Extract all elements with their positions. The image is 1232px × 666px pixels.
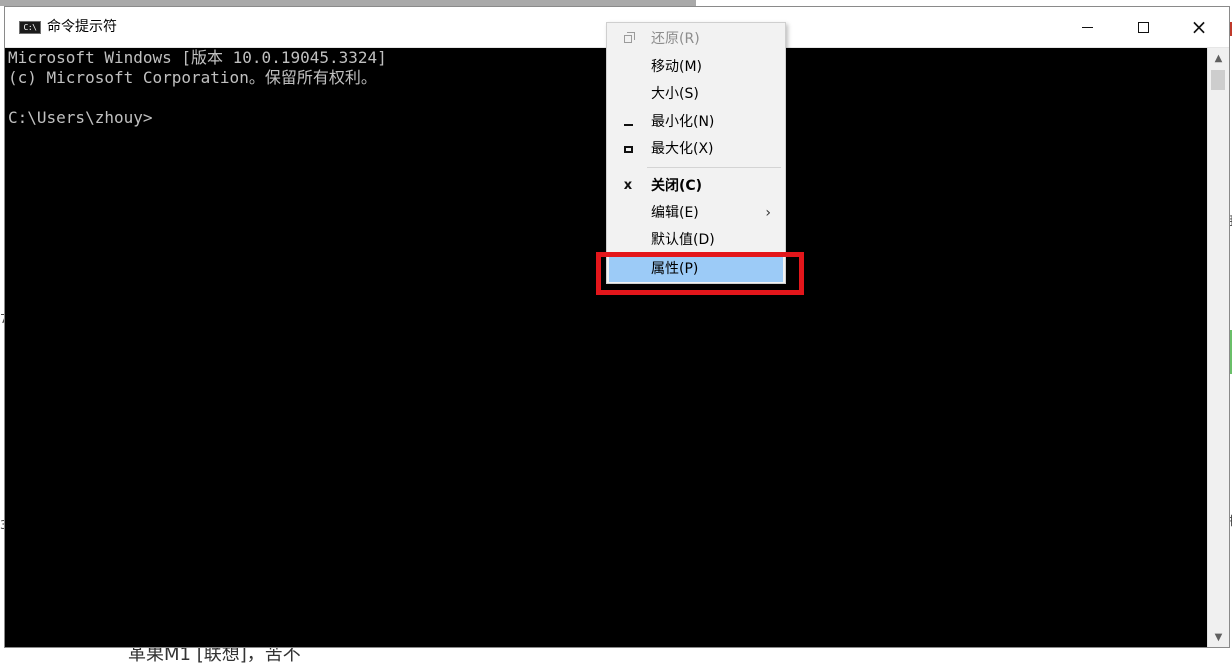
menu-item-label: 默认值(D)	[651, 232, 715, 248]
menu-item-label: 大小(S)	[651, 86, 699, 102]
menu-item-close[interactable]: x 关闭(C)	[609, 173, 783, 199]
menu-separator	[647, 167, 781, 168]
menu-item-label: 最小化(N)	[651, 114, 715, 130]
menu-item-move[interactable]: 移动(M)	[609, 54, 783, 80]
close-icon: ×	[1190, 15, 1208, 39]
console-app-icon[interactable]: C:\	[19, 21, 41, 34]
menu-item-restore[interactable]: 还原(R)	[609, 26, 783, 52]
restore-icon	[624, 32, 635, 43]
close-icon: x	[623, 178, 633, 193]
close-button[interactable]: ×	[1172, 7, 1226, 47]
maximize-button[interactable]	[1116, 7, 1170, 47]
scroll-down-arrow-icon[interactable]: ▼	[1208, 627, 1229, 647]
menu-item-edit[interactable]: 编辑(E) ›	[609, 200, 783, 226]
vertical-scrollbar[interactable]: ▲ ▼	[1207, 48, 1229, 647]
annotation-highlight-box	[596, 252, 804, 295]
maximize-icon	[1137, 21, 1149, 33]
menu-item-label: 还原(R)	[651, 31, 700, 47]
minimize-icon	[1081, 26, 1093, 28]
window-title: 命令提示符	[47, 19, 117, 35]
menu-item-minimize[interactable]: 最小化(N)	[609, 109, 783, 135]
menu-item-label: 编辑(E)	[651, 205, 699, 221]
minimize-icon	[623, 124, 633, 126]
menu-item-label: 关闭(C)	[651, 178, 703, 194]
minimize-button[interactable]	[1060, 7, 1114, 47]
system-context-menu: 还原(R) 移动(M) 大小(S) 最小化(N) 最大化(X) x 关闭(C) …	[606, 22, 786, 284]
menu-item-defaults[interactable]: 默认值(D)	[609, 227, 783, 253]
menu-item-size[interactable]: 大小(S)	[609, 81, 783, 107]
menu-item-maximize[interactable]: 最大化(X)	[609, 136, 783, 162]
chevron-right-icon: ›	[765, 205, 771, 221]
scroll-thumb[interactable]	[1211, 70, 1225, 90]
scroll-up-arrow-icon[interactable]: ▲	[1208, 48, 1229, 68]
menu-item-label: 移动(M)	[651, 59, 703, 75]
menu-item-label: 最大化(X)	[651, 141, 714, 157]
maximize-icon	[623, 145, 633, 153]
console-output[interactable]: Microsoft Windows [版本 10.0.19045.3324] (…	[5, 48, 1205, 647]
